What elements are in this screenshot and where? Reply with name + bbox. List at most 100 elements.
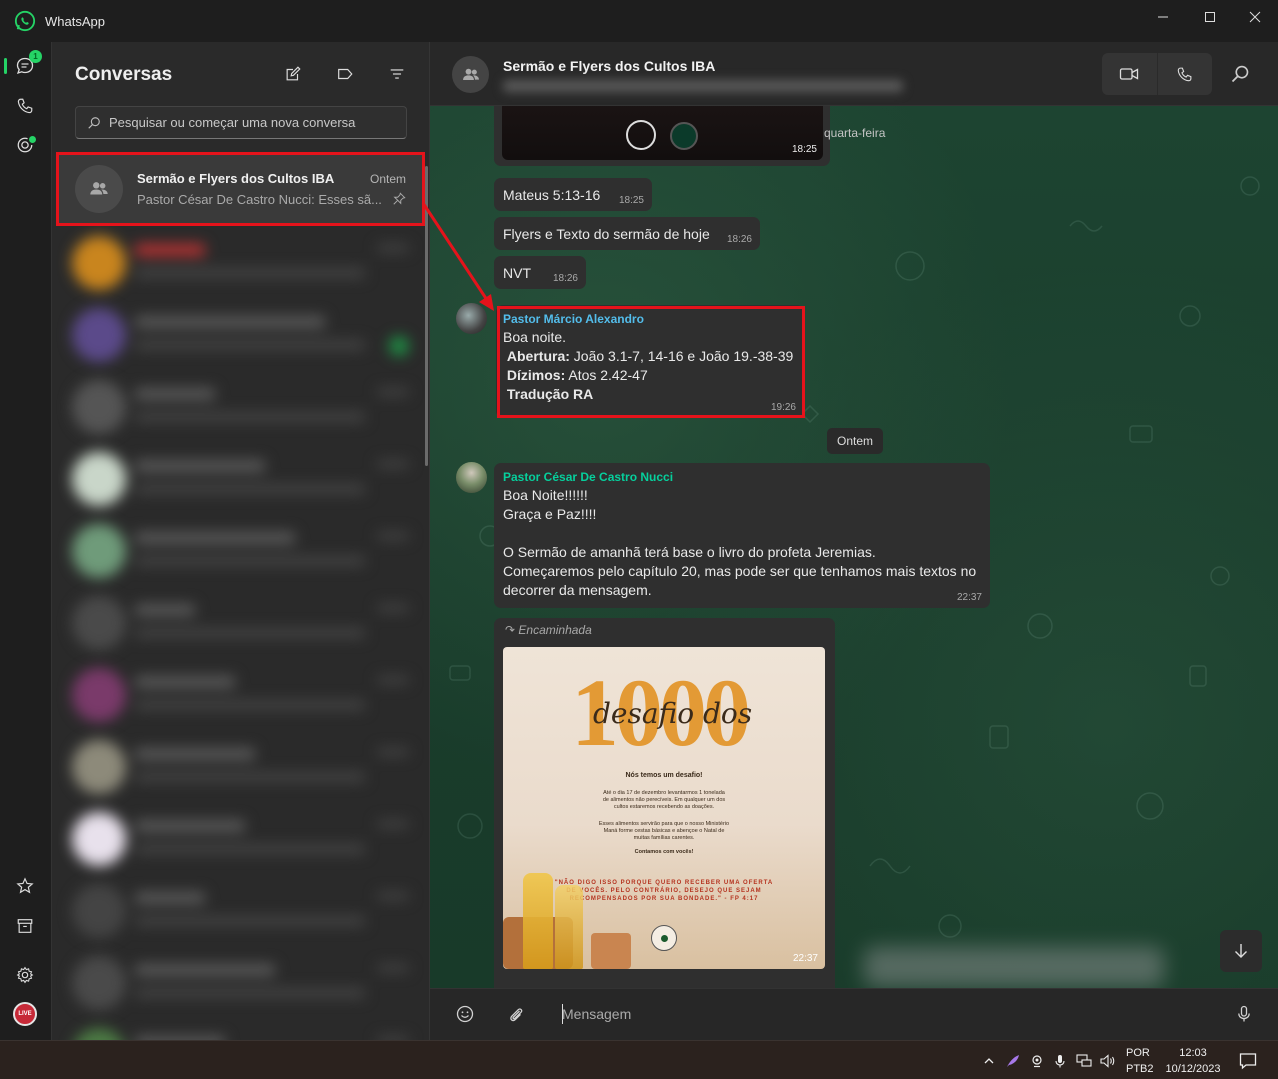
campaign-poster-image[interactable]: 1000 desafio dos Nós temos um desafio! A…: [503, 647, 825, 969]
poster-script-title: desafio dos: [593, 697, 753, 730]
list-item[interactable]: [67, 660, 417, 730]
feather-icon: [1007, 1055, 1019, 1067]
notification-icon[interactable]: [1238, 1051, 1258, 1071]
search-icon: [88, 116, 100, 129]
message-line: [503, 524, 976, 543]
profile-avatar[interactable]: LIVE: [13, 1002, 37, 1026]
settings-nav-button[interactable]: [13, 963, 37, 987]
image-thumbnail[interactable]: 18:25: [502, 100, 823, 160]
search-placeholder: Pesquisar ou começar uma nova conversa: [109, 115, 356, 130]
list-item[interactable]: [67, 1020, 417, 1040]
input-language[interactable]: POR PTB2: [1126, 1045, 1154, 1077]
tray-overflow-button[interactable]: [980, 1052, 998, 1070]
list-item[interactable]: [67, 516, 417, 586]
starred-nav-button[interactable]: [13, 874, 37, 898]
title-bar: WhatsApp: [0, 0, 1278, 42]
labels-button[interactable]: [335, 64, 355, 84]
new-chat-button[interactable]: [283, 64, 303, 84]
sender-name[interactable]: Pastor César De Castro Nucci: [503, 468, 976, 486]
maximize-button[interactable]: [1187, 0, 1233, 34]
tray-app-button[interactable]: [1028, 1052, 1046, 1070]
list-item[interactable]: [67, 804, 417, 874]
sender-avatar[interactable]: [456, 303, 487, 334]
whatsapp-logo-icon: [14, 10, 36, 32]
search-input[interactable]: Pesquisar ou começar uma nova conversa: [75, 106, 407, 139]
message-line: Graça e Paz!!!!: [503, 506, 597, 522]
label-tag-icon: [338, 68, 353, 80]
sender-avatar[interactable]: [456, 462, 487, 493]
message-bubble[interactable]: Pastor César De Castro Nucci Boa Noite!!…: [494, 463, 990, 608]
message-time: 22:37: [956, 592, 982, 603]
poster-paragraph: Até o dia 17 de dezembro levantarmos 1 t…: [602, 790, 726, 810]
os-taskbar: POR PTB2 12:03 10/12/2023: [0, 1040, 1278, 1079]
status-new-dot: [29, 136, 36, 143]
scroll-to-bottom-button[interactable]: [1220, 930, 1262, 972]
message-bubble[interactable]: NVT 18:26: [494, 256, 586, 289]
group-avatar[interactable]: [452, 56, 489, 93]
phone-icon: [1177, 67, 1192, 81]
window-title: WhatsApp: [45, 14, 105, 29]
video-call-button[interactable]: [1102, 53, 1157, 95]
chat-header[interactable]: Sermão e Flyers dos Cultos IBA: [430, 42, 1278, 106]
message-time: 22:37: [792, 953, 818, 964]
message-line: decorrer da mensagem.: [503, 582, 652, 598]
list-item[interactable]: [67, 732, 417, 802]
message-time: 18:26: [726, 234, 752, 245]
message-bubble[interactable]: Flyers e Texto do sermão de hoje 18:26: [494, 217, 760, 250]
arrow-down-icon: [1235, 944, 1247, 958]
oil-bottle: [555, 885, 583, 969]
tray-app-button[interactable]: [1004, 1052, 1022, 1070]
list-item[interactable]: [67, 444, 417, 514]
list-item[interactable]: [67, 372, 417, 442]
panel-heading: Conversas: [75, 64, 173, 85]
tray-volume-button[interactable]: [1099, 1052, 1117, 1070]
food-jar: [591, 933, 631, 969]
maximize-icon: [1205, 12, 1215, 22]
list-item[interactable]: [67, 876, 417, 946]
message-line: Começaremos pelo capítulo 20, mas pode s…: [503, 563, 977, 579]
message-time: 18:26: [552, 273, 578, 284]
calls-nav-button[interactable]: [13, 94, 37, 118]
search-messages-icon[interactable]: [1230, 64, 1250, 84]
chat-title[interactable]: Sermão e Flyers dos Cultos IBA: [503, 58, 715, 74]
filter-button[interactable]: [387, 64, 407, 84]
list-item[interactable]: [67, 228, 417, 298]
annotation-box-message: [497, 306, 805, 418]
message-line: Boa Noite!!!!!!: [503, 487, 588, 503]
microphone-icon[interactable]: [1234, 1004, 1254, 1024]
archived-nav-button[interactable]: [13, 914, 37, 938]
message-input[interactable]: Mensagem: [562, 1006, 631, 1022]
tray-network-button[interactable]: [1075, 1052, 1093, 1070]
speaker-icon: [1100, 1054, 1115, 1068]
keyboard-layout: PTB2: [1126, 1063, 1154, 1075]
poster-paragraph: Contamos com vocês!: [634, 849, 694, 855]
clock[interactable]: 12:03 10/12/2023: [1163, 1045, 1223, 1077]
minimize-button[interactable]: [1140, 0, 1186, 34]
voice-call-button[interactable]: [1157, 53, 1212, 95]
forwarded-image-message[interactable]: ↷ Encaminhada 1000 desafio dos Nós temos…: [494, 618, 835, 988]
annotation-box-chat: [56, 152, 425, 226]
image-message[interactable]: 18:25: [494, 100, 830, 166]
list-item[interactable]: [67, 588, 417, 658]
chevron-up-icon: [984, 1058, 994, 1064]
message-bubble[interactable]: Mateus 5:13-16 18:25: [494, 178, 652, 211]
language-code: POR: [1126, 1047, 1150, 1059]
clock-time: 12:03: [1179, 1047, 1207, 1059]
unread-badge: 1: [29, 50, 42, 63]
emoji-icon[interactable]: [455, 1004, 475, 1024]
active-indicator: [4, 58, 7, 74]
paperclip-icon[interactable]: [506, 1004, 526, 1024]
poster-quote: "NÃO DIGO ISSO PORQUE QUERO RECEBER UMA …: [554, 880, 774, 902]
archive-icon: [17, 919, 33, 933]
close-button[interactable]: [1232, 0, 1278, 34]
list-item[interactable]: [67, 948, 417, 1018]
clock-date: 10/12/2023: [1165, 1063, 1221, 1075]
list-scrollbar[interactable]: [425, 166, 428, 466]
tray-mic-button[interactable]: [1051, 1052, 1069, 1070]
poster-subtitle: Nós temos um desafio!: [625, 772, 703, 779]
list-item[interactable]: [67, 300, 417, 370]
network-icon: [1076, 1054, 1092, 1067]
phone-icon: [17, 98, 33, 114]
whatsapp-window: WhatsApp 1 LIVE Conversas Pesquisar ou c…: [0, 0, 1278, 1040]
church-seal: [651, 925, 677, 951]
